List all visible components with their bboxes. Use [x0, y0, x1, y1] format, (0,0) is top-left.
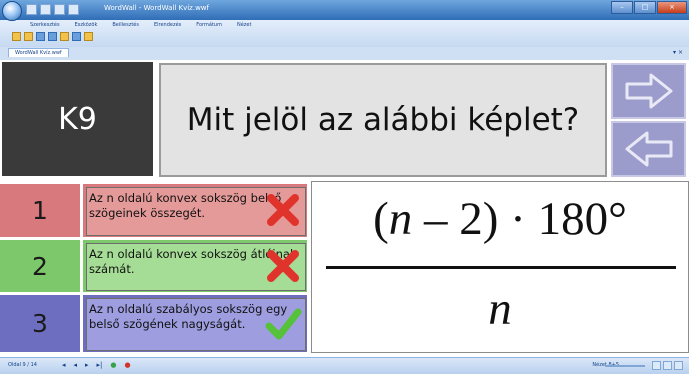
slide-counter: Oldal 9 / 14 [8, 362, 37, 368]
menu-item-view[interactable]: Nézet [237, 22, 251, 28]
last-slide-button[interactable]: ▸| [97, 361, 103, 369]
formula-panel: (n – 2) · 180° n [311, 181, 689, 353]
tab-controls[interactable]: ▾ × [673, 49, 683, 56]
prev-slide-button[interactable]: ◂ [74, 361, 78, 369]
add-icon[interactable]: ● [110, 361, 116, 369]
view-buttons [652, 361, 683, 370]
delete-icon[interactable]: ● [125, 361, 131, 369]
first-slide-button[interactable]: ◂ [62, 361, 66, 369]
maximize-button[interactable]: □ [634, 1, 656, 14]
status-bar: Oldal 9 / 14 ◂ ◂ ▸ ▸| ● ● Nézet 8+5 [0, 357, 689, 374]
answer-option-1[interactable]: 1 Az n oldalú konvex sokszög belső szöge… [0, 181, 307, 237]
arrow-right-icon [625, 73, 672, 109]
redo-icon[interactable] [68, 4, 79, 15]
fullscreen-icon[interactable] [674, 361, 683, 370]
menu-item-layout[interactable]: Elrendezés [154, 22, 181, 28]
formula-denominator: n [488, 283, 512, 335]
arrow-left-icon [625, 131, 672, 167]
cross-icon [267, 194, 299, 226]
menu-item-insert[interactable]: Beillesztés [112, 22, 139, 28]
app-menu-button[interactable] [2, 1, 22, 21]
undo-icon[interactable] [54, 4, 65, 15]
question-text: Mit jelöl az alábbi képlet? [159, 63, 607, 177]
save-icon[interactable] [26, 4, 37, 15]
answer-number: 3 [0, 295, 83, 352]
folder-icon[interactable] [12, 32, 21, 41]
title-bar: WordWall - WordWall Kvíz.wwf – □ × [0, 0, 689, 21]
zoom-slider[interactable] [605, 365, 645, 367]
formula-numerator: (n – 2) · 180° [373, 193, 627, 245]
next-button[interactable] [611, 63, 686, 119]
answer-option-3[interactable]: 3 Az n oldalú szabályos sokszög egy bels… [0, 292, 307, 352]
copy-icon[interactable] [36, 32, 45, 41]
document-tab[interactable]: WordWall Kvíz.wwf [8, 48, 69, 57]
check-icon [265, 308, 302, 340]
close-button[interactable]: × [657, 1, 687, 14]
image-icon[interactable] [84, 32, 93, 41]
cross-icon [267, 250, 299, 282]
previous-button[interactable] [611, 121, 686, 177]
slide-navigation: ◂ ◂ ▸ ▸| ● ● [62, 361, 131, 369]
menu-item-tools[interactable]: Eszközök [75, 22, 98, 28]
minimize-button[interactable]: – [611, 1, 633, 14]
grid-view-icon[interactable] [663, 361, 672, 370]
cut-icon[interactable] [60, 32, 69, 41]
document-tab-strip: WordWall Kvíz.wwf ▾ × [0, 47, 689, 61]
quiz-slide: K9 Mit jelöl az alábbi képlet? 1 Az n ol… [0, 60, 689, 357]
next-slide-button[interactable]: ▸ [85, 361, 89, 369]
toolbar [12, 32, 93, 41]
answer-number: 1 [0, 184, 83, 237]
menu-item-edit[interactable]: Szerkesztés [30, 22, 60, 28]
open-icon[interactable] [40, 4, 51, 15]
window-title: WordWall - WordWall Kvíz.wwf [104, 4, 209, 12]
ribbon-menu: Szerkesztés Eszközök Beillesztés Elrende… [30, 22, 251, 28]
paste-icon[interactable] [48, 32, 57, 41]
normal-view-icon[interactable] [652, 361, 661, 370]
ribbon: Szerkesztés Eszközök Beillesztés Elrende… [0, 20, 689, 48]
window-controls: – □ × [611, 1, 687, 14]
question-id: K9 [0, 60, 155, 178]
quick-access-toolbar [26, 4, 79, 15]
print-icon[interactable] [72, 32, 81, 41]
answer-option-2[interactable]: 2 Az n oldalú konvex sokszög átlóinak sz… [0, 237, 307, 292]
fraction-bar [326, 266, 676, 269]
menu-item-format[interactable]: Formátum [196, 22, 222, 28]
text-icon[interactable] [24, 32, 33, 41]
answer-number: 2 [0, 240, 83, 292]
